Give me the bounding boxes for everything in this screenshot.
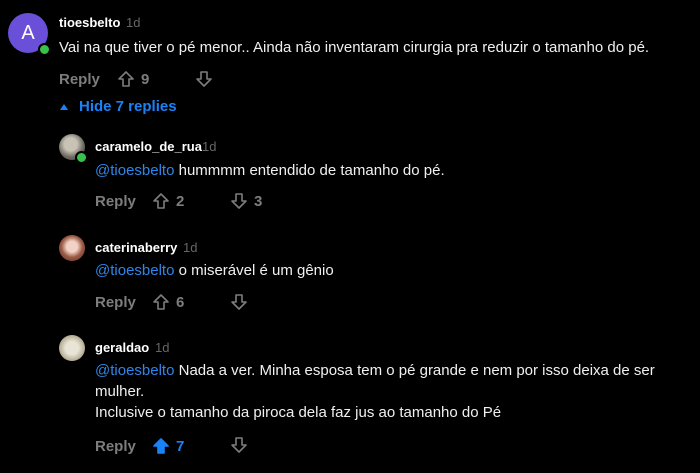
reply-username[interactable]: caramelo_de_rua bbox=[95, 139, 202, 154]
upvote-button[interactable]: 6 bbox=[152, 293, 184, 311]
reply-body-line2: mulher. bbox=[95, 383, 145, 400]
reply-text: @tioesbelto hummmm entendido de tamanho … bbox=[95, 160, 445, 181]
upvote-button[interactable]: 9 bbox=[117, 70, 149, 88]
reply-label: Reply bbox=[95, 193, 136, 210]
upvote-count: 7 bbox=[176, 437, 185, 455]
mention-link[interactable]: @tioesbelto bbox=[95, 362, 174, 379]
reply-button[interactable]: Reply bbox=[59, 71, 100, 88]
upvote-arrow-icon bbox=[153, 294, 169, 310]
online-status-icon bbox=[75, 151, 88, 164]
reply-button[interactable]: Reply bbox=[95, 438, 136, 455]
downvote-arrow-icon bbox=[231, 193, 247, 209]
downvote-arrow-icon bbox=[196, 71, 212, 87]
reply-time: 1d bbox=[202, 139, 217, 154]
avatar-letter: A bbox=[21, 21, 35, 44]
reply-body: o miserável é um gênio bbox=[178, 262, 334, 279]
downvote-button[interactable] bbox=[230, 436, 248, 454]
reply-time: 1d bbox=[155, 340, 170, 355]
downvote-count: 3 bbox=[254, 192, 263, 210]
reply-label: Reply bbox=[95, 294, 136, 311]
reply-label: Reply bbox=[95, 438, 136, 455]
upvote-count: 6 bbox=[176, 293, 185, 311]
downvote-arrow-icon bbox=[231, 437, 247, 453]
reply-username[interactable]: geraldao bbox=[95, 340, 149, 355]
chevron-up-icon bbox=[60, 103, 68, 110]
upvote-button[interactable]: 2 bbox=[152, 192, 184, 210]
upvote-button[interactable]: 7 bbox=[152, 437, 184, 455]
reply-text: @tioesbelto Nada a ver. Minha esposa tem… bbox=[95, 360, 655, 423]
avatar[interactable] bbox=[59, 235, 85, 261]
comment-text: Vai na que tiver o pé menor.. Ainda não … bbox=[59, 39, 650, 56]
reply-label: Reply bbox=[59, 71, 100, 88]
upvote-arrow-icon bbox=[118, 71, 134, 87]
downvote-button[interactable]: 3 bbox=[230, 192, 262, 210]
hide-replies-button[interactable]: Hide 7 replies bbox=[59, 98, 177, 115]
downvote-button[interactable] bbox=[195, 70, 213, 88]
reply-username[interactable]: caterinaberry bbox=[95, 240, 177, 255]
downvote-arrow-icon bbox=[231, 294, 247, 310]
upvote-arrow-filled-icon bbox=[153, 438, 169, 454]
reply-body: hummmm entendido de tamanho do pé. bbox=[178, 162, 445, 179]
reply-time: 1d bbox=[183, 240, 198, 255]
reply-button[interactable]: Reply bbox=[95, 193, 136, 210]
comment-main: A tioesbelto 1d Vai na que tiver o pé me… bbox=[0, 0, 700, 95]
hide-replies-label: Hide 7 replies bbox=[79, 98, 177, 115]
comment-username[interactable]: tioesbelto bbox=[59, 15, 120, 30]
mention-link[interactable]: @tioesbelto bbox=[95, 262, 174, 279]
upvote-count: 2 bbox=[176, 192, 185, 210]
reply-button[interactable]: Reply bbox=[95, 294, 136, 311]
reply-body-line1: Nada a ver. Minha esposa tem o pé grande… bbox=[178, 362, 655, 379]
downvote-button[interactable] bbox=[230, 293, 248, 311]
avatar[interactable] bbox=[59, 335, 85, 361]
upvote-arrow-icon bbox=[153, 193, 169, 209]
online-status-icon bbox=[38, 43, 51, 56]
reply-body-line3: Inclusive o tamanho da piroca dela faz j… bbox=[95, 404, 502, 421]
reply-text: @tioesbelto o miserável é um gênio bbox=[95, 260, 334, 281]
mention-link[interactable]: @tioesbelto bbox=[95, 162, 174, 179]
comment-time: 1d bbox=[126, 15, 141, 30]
upvote-count: 9 bbox=[141, 70, 150, 88]
